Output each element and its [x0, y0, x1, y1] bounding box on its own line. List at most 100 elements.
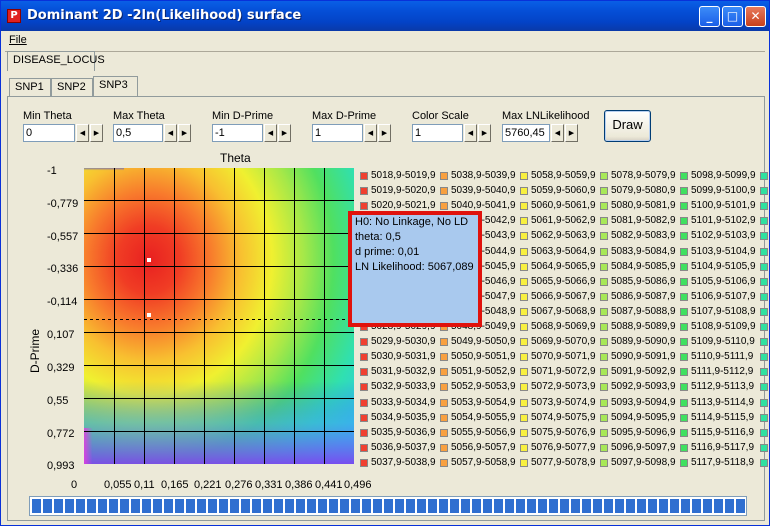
legend-label: 5054,9-5055,9: [451, 411, 516, 423]
legend-label: 5037,9-5038,9: [371, 456, 436, 468]
progress-block: [307, 499, 316, 513]
window-title: Dominant 2D -2ln(Likelihood) surface: [27, 8, 302, 23]
max-theta-label: Max Theta: [113, 110, 165, 122]
legend-swatch: [520, 383, 528, 392]
tab-snp3[interactable]: SNP3: [93, 76, 138, 96]
tooltip-dprime: d prime: 0,01: [355, 246, 420, 258]
tab-snp2[interactable]: SNP2: [51, 78, 93, 96]
maximize-button[interactable]: □: [722, 6, 743, 27]
min-dprime-input[interactable]: -1: [212, 124, 263, 142]
max-theta-increase-button[interactable]: ▶: [178, 124, 191, 142]
legend-label: 5096,9-5097,9: [611, 441, 676, 453]
legend-label: 5086,9-5087,9: [611, 290, 676, 302]
legend-label: 5056,9-5057,9: [451, 441, 516, 453]
legend-label: 5060,9-5061,9: [531, 200, 596, 212]
min-dprime-decrease-button[interactable]: ◀: [264, 124, 277, 142]
tab-snp1[interactable]: SNP1: [9, 78, 51, 96]
progress-block: [98, 499, 107, 513]
legend-swatch: [520, 368, 528, 377]
legend-label: 5069,9-5070,9: [531, 336, 596, 348]
heatmap-bottom-band: [84, 168, 354, 464]
legend-swatch: [520, 353, 528, 362]
legend-label: 5032,9-5033,9: [371, 381, 436, 393]
title-bar[interactable]: P Dominant 2D -2ln(Likelihood) surface _…: [1, 1, 769, 31]
progress-block: [142, 499, 151, 513]
progress-block: [582, 499, 591, 513]
max-theta-decrease-button[interactable]: ◀: [164, 124, 177, 142]
legend-swatch: [440, 187, 448, 196]
legend-label: 5082,9-5083,9: [611, 230, 676, 242]
h0-marker: [147, 313, 151, 317]
legend-label: 5064,9-5065,9: [531, 260, 596, 272]
legend-label: 5078,9-5079,9: [611, 170, 676, 181]
progress-block: [450, 499, 459, 513]
legend-label: 5073,9-5074,9: [531, 396, 596, 408]
color-scale-input[interactable]: 1: [412, 124, 463, 142]
legend-swatch: [520, 247, 528, 256]
legend-swatch: [600, 292, 608, 301]
likelihood-heatmap[interactable]: [84, 168, 354, 464]
legend-swatch: [600, 187, 608, 196]
max-dprime-decrease-button[interactable]: ◀: [364, 124, 377, 142]
max-lnlikelihood-decrease-button[interactable]: ◀: [551, 124, 564, 142]
legend-label: 5107,9-5108,9: [691, 305, 756, 317]
y-tick-label: -1: [47, 165, 57, 177]
max-dprime-increase-button[interactable]: ▶: [378, 124, 391, 142]
legend-label: 5097,9-5098,9: [611, 456, 676, 468]
progress-block: [505, 499, 514, 513]
legend-label: 5038,9-5039,9: [451, 170, 516, 181]
legend-swatch: [360, 338, 368, 347]
legend-label: 5115,9-5116,9: [691, 426, 755, 438]
progress-block: [516, 499, 525, 513]
progress-block: [54, 499, 63, 513]
progress-block: [43, 499, 52, 513]
legend-swatch: [680, 398, 688, 407]
color-scale-decrease-button[interactable]: ◀: [464, 124, 477, 142]
progress-block: [604, 499, 613, 513]
legend-swatch: [600, 217, 608, 226]
legend-label: 5105,9-5106,9: [691, 275, 756, 287]
heatmap-svg: [84, 168, 354, 464]
progress-block: [329, 499, 338, 513]
y-tick-label: 0,329: [47, 362, 75, 374]
legend-swatch: [520, 277, 528, 286]
legend-swatch: [600, 277, 608, 286]
min-theta-increase-button[interactable]: ▶: [90, 124, 103, 142]
progress-block: [560, 499, 569, 513]
legend-label: 5100,9-5101,9: [691, 200, 756, 212]
progress-block: [120, 499, 129, 513]
tab-disease-locus[interactable]: DISEASE_LOCUS: [7, 51, 105, 71]
legend-swatch: [520, 262, 528, 271]
likelihood-tooltip: H0: No Linkage, No LD theta: 0,5 d prime…: [348, 211, 482, 327]
legend-label: 5071,9-5072,9: [531, 366, 596, 378]
close-button[interactable]: ✕: [745, 6, 766, 27]
legend-swatch: [680, 458, 688, 467]
min-theta-decrease-button[interactable]: ◀: [76, 124, 89, 142]
heatmap-top-band: [84, 168, 124, 208]
progress-block: [241, 499, 250, 513]
min-dprime-increase-button[interactable]: ▶: [278, 124, 291, 142]
legend-swatch: [600, 202, 608, 211]
legend-label: 5066,9-5067,9: [531, 290, 596, 302]
progress-block: [439, 499, 448, 513]
max-dprime-input[interactable]: 1: [312, 124, 363, 142]
app-icon[interactable]: P: [7, 9, 21, 23]
legend-swatch: [360, 202, 368, 211]
legend-swatch: [680, 413, 688, 422]
min-theta-input[interactable]: 0: [23, 124, 75, 142]
max-lnlikelihood-input[interactable]: 5760,45: [502, 124, 550, 142]
legend-swatch: [600, 172, 608, 180]
menu-file[interactable]: File: [9, 34, 27, 46]
legend-swatch: [360, 443, 368, 452]
legend-swatch: [600, 232, 608, 241]
max-theta-input[interactable]: 0,5: [113, 124, 163, 142]
legend-swatch: [440, 398, 448, 407]
legend-swatch: [760, 383, 768, 392]
color-scale-increase-button[interactable]: ▶: [478, 124, 491, 142]
x-tick-label: 0: [71, 479, 78, 491]
legend-label: 5090,9-5091,9: [611, 351, 676, 363]
max-lnlikelihood-increase-button[interactable]: ▶: [565, 124, 578, 142]
minimize-button[interactable]: _: [699, 6, 720, 27]
draw-button[interactable]: Draw: [604, 110, 651, 142]
legend-label: 5070,9-5071,9: [531, 351, 596, 363]
